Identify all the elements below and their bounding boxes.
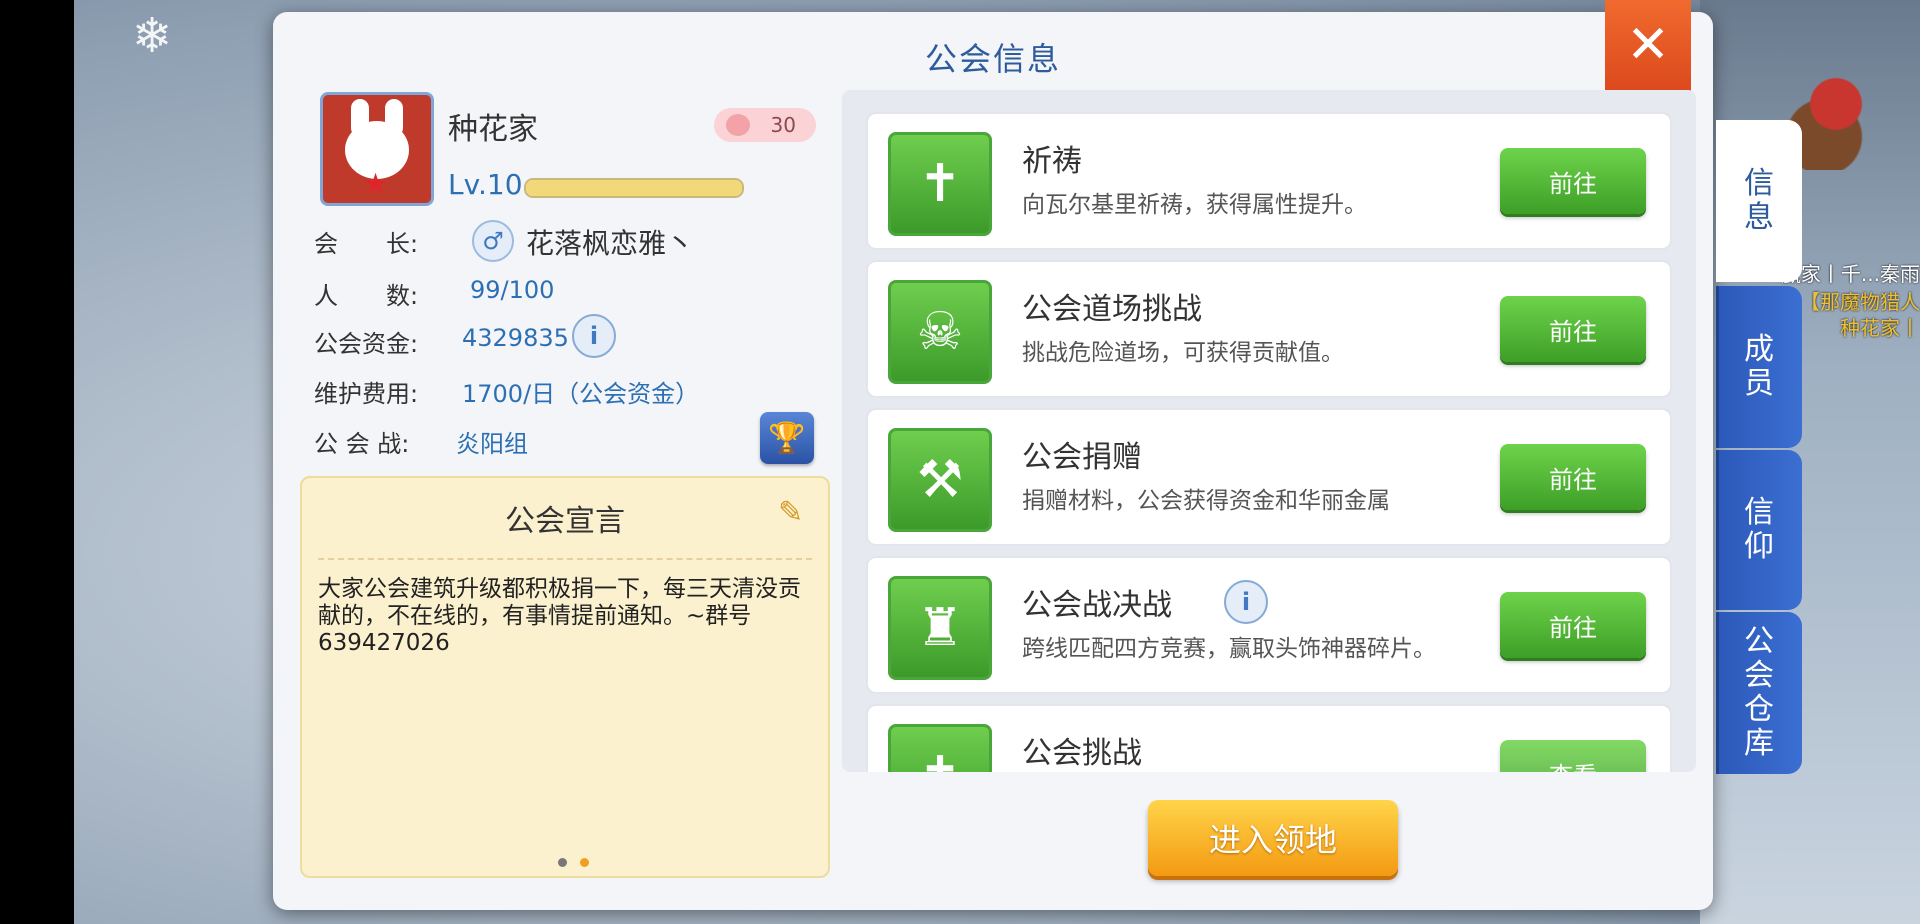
go-button-dojo[interactable]: 前往 — [1500, 296, 1646, 362]
guild-avatar: ★ — [320, 92, 434, 206]
funds-value: 4329835 — [462, 324, 569, 352]
tab-label: 公会仓库 — [1744, 624, 1774, 761]
leader-label: 会 长: — [314, 230, 419, 258]
player-name-tag: 种花家丨 — [1840, 316, 1920, 340]
activity-desc: 向瓦尔基里祈祷，获得属性提升。 — [1022, 192, 1367, 218]
activity-card-prayer: ✝ 祈祷 向瓦尔基里祈祷，获得属性提升。 前往 — [866, 112, 1672, 250]
activity-desc: 挑战危险道场，可获得贡献值。 — [1022, 340, 1344, 366]
activity-title: 祈祷 — [1022, 144, 1082, 179]
page-dot-active[interactable] — [580, 858, 590, 867]
trophy-button[interactable]: 🏆 — [760, 412, 814, 464]
go-button-prayer[interactable]: 前往 — [1500, 148, 1646, 214]
tab-label: 信仰 — [1744, 495, 1774, 564]
activity-card-guild-war-final: ♜ 公会战决战 i 跨线匹配四方竞赛，赢取头饰神器碎片。 前往 — [866, 556, 1672, 694]
activity-title: 公会战决战 — [1022, 588, 1172, 623]
tab-guild-storage[interactable]: 公会仓库 — [1716, 612, 1802, 774]
panel-title: 公会信息 — [924, 40, 1061, 78]
tab-faith[interactable]: 信仰 — [1716, 450, 1802, 610]
upkeep-label: 维护费用: — [314, 380, 419, 408]
male-gender-icon: ♂ — [472, 220, 514, 262]
go-button-donate[interactable]: 前往 — [1500, 444, 1646, 510]
page-indicator — [554, 852, 593, 871]
tab-label: 成员 — [1744, 332, 1774, 401]
page-dot[interactable] — [558, 858, 567, 867]
activity-card-dojo: ☠ 公会道场挑战 挑战危险道场，可获得贡献值。 前往 — [866, 260, 1672, 398]
guild-war-info-icon[interactable]: i — [1224, 580, 1268, 624]
guild-rank-badge: 30 — [714, 108, 816, 142]
challenge-icon: ✝ — [888, 724, 992, 772]
manifesto-title: 公会宣言 — [505, 504, 625, 539]
guild-war-label: 公 会 战: — [314, 430, 410, 458]
edit-icon[interactable]: ✎ — [778, 498, 808, 528]
level-progress-bar — [524, 178, 744, 198]
leader-name: 花落枫恋雅丶 — [526, 227, 695, 260]
castle-icon: ♜ — [888, 576, 992, 680]
star-icon: ★ — [363, 167, 389, 200]
rank-icon — [726, 114, 750, 136]
tab-label: 信息 — [1744, 166, 1774, 235]
enter-territory-button[interactable]: 进入领地 — [1148, 800, 1398, 876]
divider — [318, 558, 812, 560]
activity-title: 公会道场挑战 — [1022, 292, 1202, 327]
guild-level: Lv.10 — [448, 168, 523, 201]
guild-war-group: 炎阳组 — [456, 430, 528, 458]
activity-desc: 跨线匹配四方竞赛，赢取头饰神器碎片。 — [1022, 636, 1436, 662]
go-button-guild-war-final[interactable]: 前往 — [1500, 592, 1646, 658]
activity-card-guild-challenge: ✝ 公会挑战 查看 — [866, 704, 1672, 772]
prayer-icon: ✝ — [888, 132, 992, 236]
upkeep-value: 1700/日（公会资金） — [462, 380, 700, 408]
guild-rank-value: 30 — [770, 113, 796, 137]
view-button-guild-challenge[interactable]: 查看 — [1500, 740, 1646, 772]
tab-info[interactable]: 信息 — [1716, 120, 1802, 282]
funds-info-icon[interactable]: i — [572, 314, 616, 358]
activity-card-donate: ⚒ 公会捐赠 捐赠材料，公会获得资金和华丽金属 前往 — [866, 408, 1672, 546]
close-icon: ✕ — [1626, 15, 1670, 75]
donate-icon: ⚒ — [888, 428, 992, 532]
snowflake-icon: ❄ — [132, 8, 173, 64]
guild-manifesto-box: 公会宣言 ✎ 大家公会建筑升级都积极捐一下，每三天清没贡献的，不在线的，有事情提… — [300, 476, 830, 878]
trophy-icon: 🏆 — [768, 420, 806, 456]
tab-members[interactable]: 成员 — [1716, 286, 1802, 448]
activity-title: 公会挑战 — [1022, 736, 1142, 771]
guild-name: 种花家 — [448, 112, 538, 147]
funds-label: 公会资金: — [314, 330, 419, 358]
activity-list[interactable]: ✝ 祈祷 向瓦尔基里祈祷，获得属性提升。 前往 ☠ 公会道场挑战 挑战危险道场，… — [842, 90, 1696, 772]
activity-desc: 捐赠材料，公会获得资金和华丽金属 — [1022, 488, 1390, 514]
manifesto-text: 大家公会建筑升级都积极捐一下，每三天清没贡献的，不在线的，有事情提前通知。~群号… — [318, 576, 801, 656]
skull-icon: ☠ — [888, 280, 992, 384]
members-label: 人 数: — [314, 282, 419, 310]
level-progress-fill — [526, 180, 742, 196]
activity-title: 公会捐赠 — [1022, 440, 1142, 475]
members-count: 99/100 — [470, 276, 555, 304]
player-name-tag: 【那魔物猎人 — [1800, 290, 1920, 314]
